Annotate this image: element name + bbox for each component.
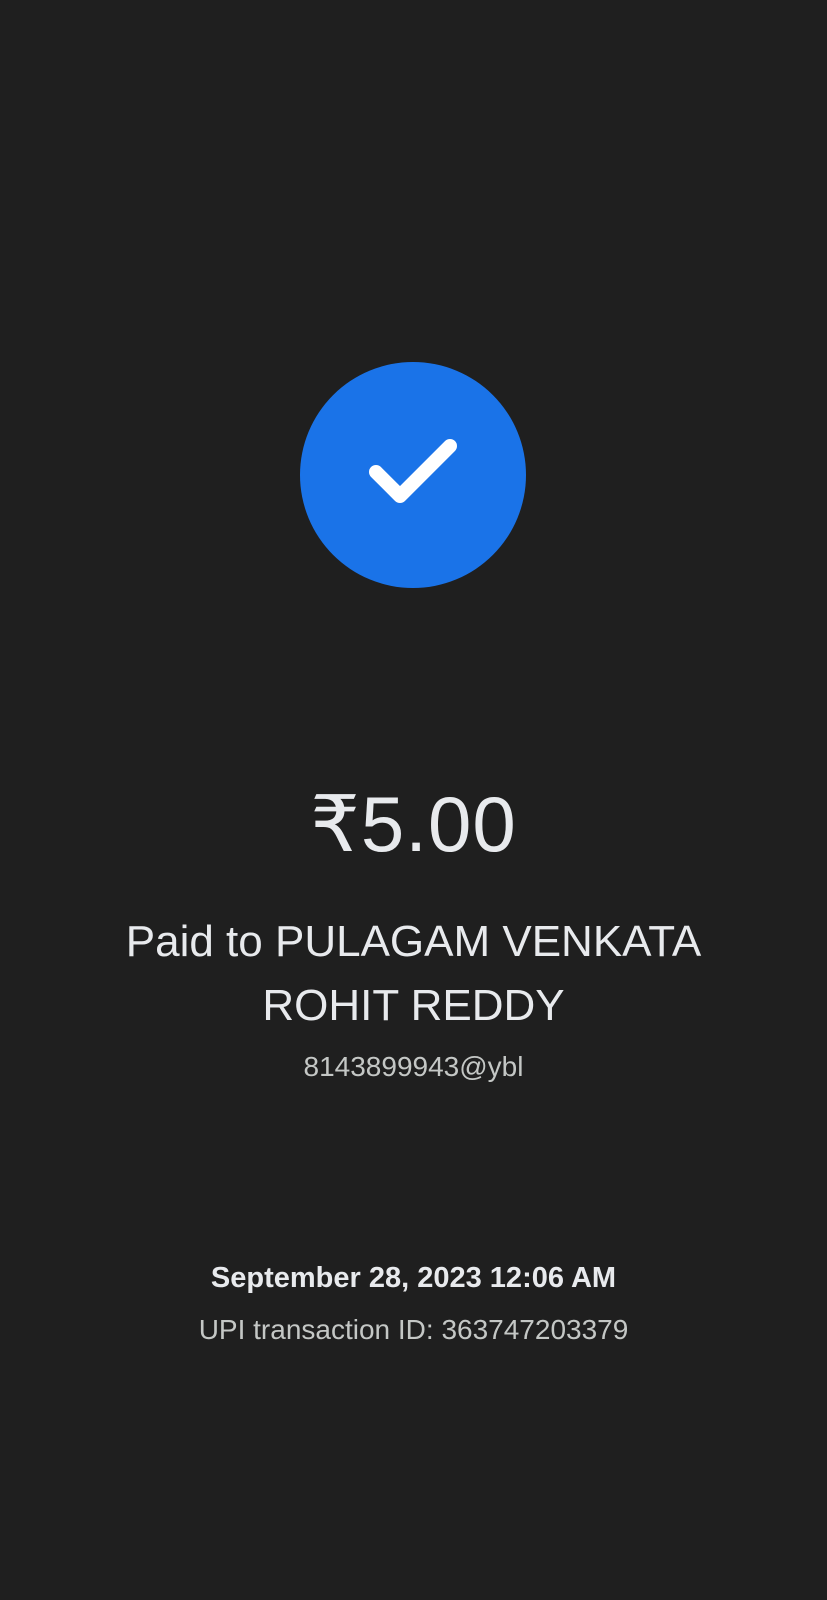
checkmark-icon	[369, 439, 457, 503]
transaction-datetime: September 28, 2023 12:06 AM	[210, 1262, 617, 1294]
payee-upi-id: 8143899943@ybl	[303, 1051, 524, 1082]
payment-amount: ₹5.00	[310, 780, 517, 868]
payment-success-screen: ₹5.00 Paid to PULAGAM VENKATA ROHIT REDD…	[0, 0, 827, 1600]
payee-name: Paid to PULAGAM VENKATA ROHIT REDDY	[125, 917, 702, 1030]
upi-transaction-id: UPI transaction ID: 363747203379	[198, 1314, 629, 1345]
success-status-circle	[300, 362, 526, 588]
